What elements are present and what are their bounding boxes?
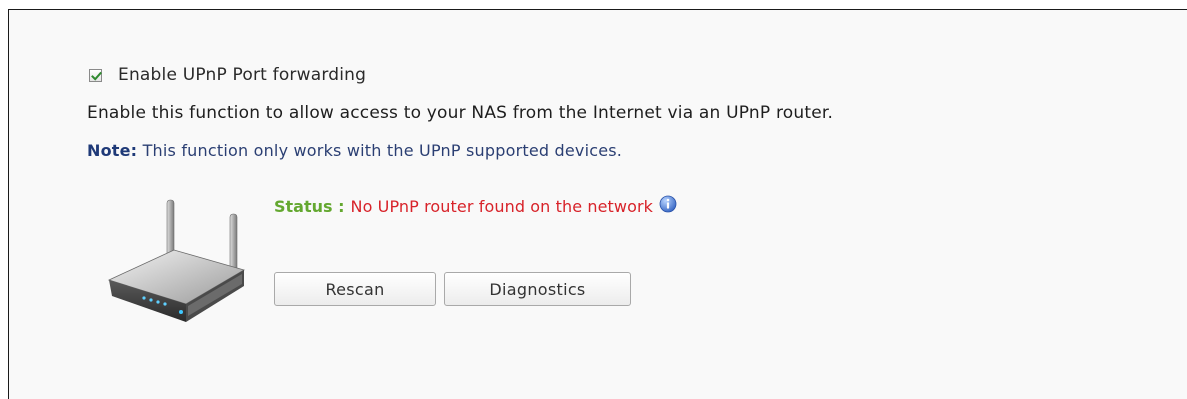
rescan-button[interactable]: Rescan bbox=[274, 272, 436, 306]
enable-upnp-row[interactable]: Enable UPnP Port forwarding bbox=[89, 65, 366, 85]
note-label: Note: bbox=[87, 141, 138, 160]
status-value: No UPnP router found on the network bbox=[350, 197, 654, 216]
status-label: Status : bbox=[274, 197, 345, 216]
note-text: This function only works with the UPnP s… bbox=[137, 141, 623, 160]
upnp-description: Enable this function to allow access to … bbox=[87, 103, 834, 123]
router-icon bbox=[107, 199, 246, 322]
enable-upnp-label[interactable]: Enable UPnP Port forwarding bbox=[118, 65, 366, 85]
diagnostics-button[interactable]: Diagnostics bbox=[444, 272, 631, 306]
info-icon[interactable] bbox=[659, 195, 677, 213]
upnp-note: Note: This function only works with the … bbox=[87, 141, 622, 160]
check-icon bbox=[91, 71, 102, 81]
enable-upnp-checkbox[interactable] bbox=[89, 68, 102, 82]
upnp-status: Status : No UPnP router found on the net… bbox=[274, 195, 677, 216]
upnp-settings-panel: Enable UPnP Port forwarding Enable this … bbox=[8, 9, 1187, 399]
